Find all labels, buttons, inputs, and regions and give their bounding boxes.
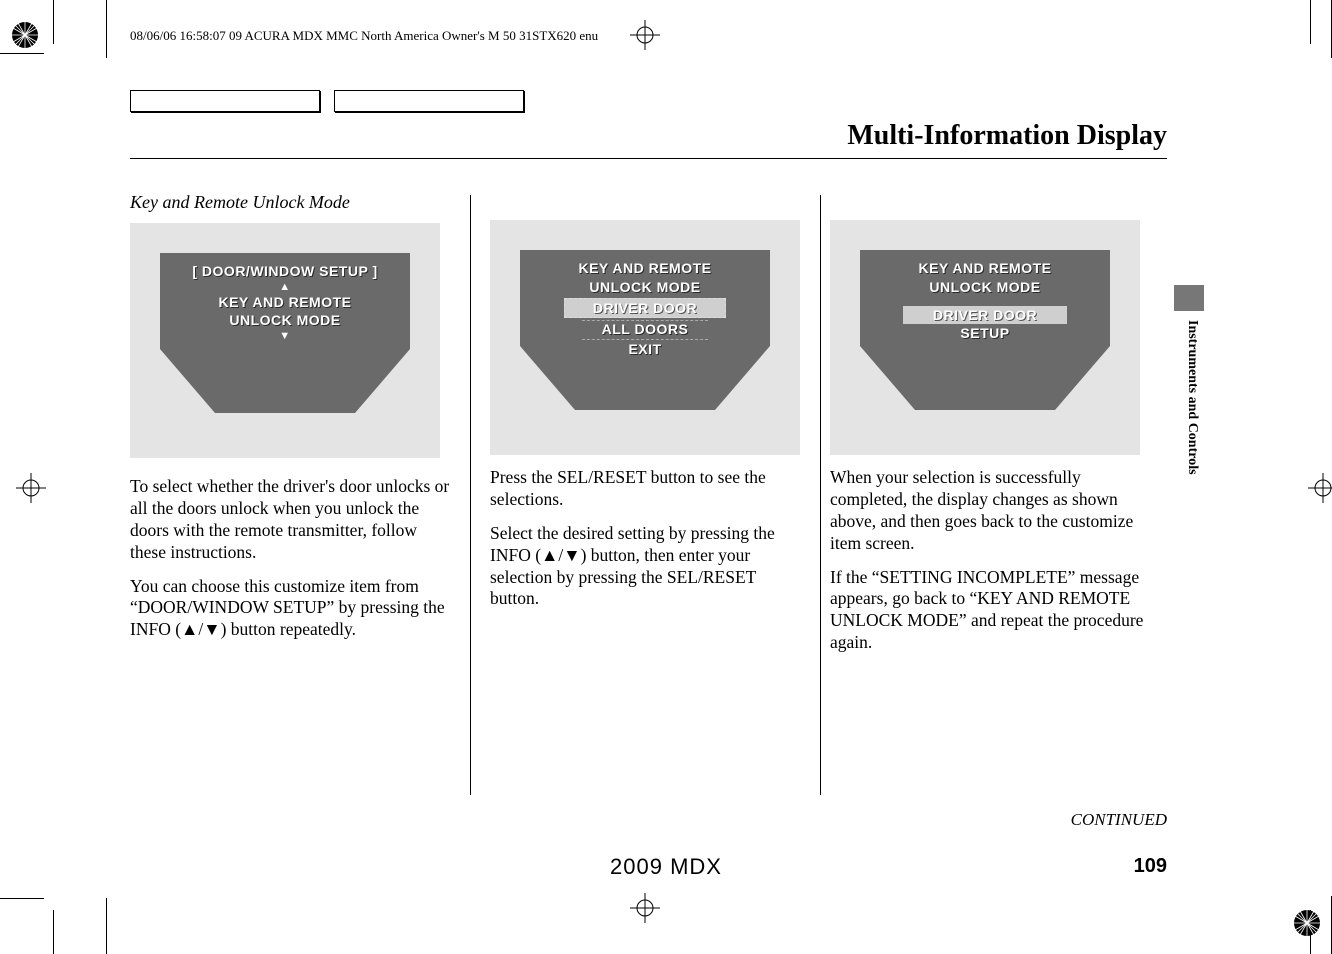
section-tab-label: Instruments and Controls bbox=[1184, 320, 1200, 475]
display-diagram-3: KEY AND REMOTE UNLOCK MODE DRIVER DOOR S… bbox=[830, 220, 1140, 455]
display-option-selected: DRIVER DOOR bbox=[903, 306, 1067, 324]
footer-model: 2009 MDX bbox=[610, 854, 722, 880]
display-diagram-1: [ DOOR/WINDOW SETUP ] ▲ KEY AND REMOTE U… bbox=[130, 223, 440, 458]
registration-radial-icon bbox=[1292, 908, 1322, 943]
crosshair-icon bbox=[16, 473, 46, 508]
empty-box bbox=[130, 90, 320, 112]
page-number: 109 bbox=[1134, 855, 1167, 878]
column-3: KEY AND REMOTE UNLOCK MODE DRIVER DOOR S… bbox=[810, 192, 1150, 666]
crop-mark bbox=[106, 0, 107, 58]
triangle-up-icon: ▲ bbox=[279, 282, 290, 293]
registration-mark-icon bbox=[630, 20, 660, 55]
paragraph: If the “SETTING INCOMPLETE” message appe… bbox=[830, 567, 1150, 655]
page-title: Multi-Information Display bbox=[847, 120, 1167, 152]
crop-mark bbox=[106, 898, 107, 954]
crosshair-icon bbox=[1308, 473, 1332, 508]
paragraph: To select whether the driver's door unlo… bbox=[130, 476, 450, 564]
column-1: Key and Remote Unlock Mode [ DOOR/WINDOW… bbox=[130, 192, 470, 666]
triangle-down-icon: ▼ bbox=[563, 545, 580, 565]
paragraph: Press the SEL/RESET button to see the se… bbox=[490, 467, 794, 511]
crop-mark bbox=[0, 898, 44, 899]
triangle-down-icon: ▼ bbox=[203, 619, 220, 639]
display-line: [ DOOR/WINDOW SETUP ] bbox=[192, 263, 377, 281]
crop-mark bbox=[1310, 0, 1311, 44]
header-boxes bbox=[130, 90, 524, 112]
triangle-up-icon: ▲ bbox=[541, 545, 558, 565]
paragraph: You can choose this customize item from … bbox=[130, 576, 450, 642]
content-area: Key and Remote Unlock Mode [ DOOR/WINDOW… bbox=[130, 192, 1150, 666]
display-option: EXIT bbox=[628, 341, 661, 359]
display-option-selected: DRIVER DOOR bbox=[564, 298, 726, 318]
paragraph: Select the desired setting by pressing t… bbox=[490, 523, 794, 611]
display-line: UNLOCK MODE bbox=[229, 312, 340, 330]
display-line: KEY AND REMOTE bbox=[578, 260, 711, 278]
text-run: ) button repeatedly. bbox=[221, 619, 356, 639]
display-line: UNLOCK MODE bbox=[589, 279, 700, 297]
subheading: Key and Remote Unlock Mode bbox=[130, 192, 450, 213]
document-meta: 08/06/06 16:58:07 09 ACURA MDX MMC North… bbox=[130, 28, 598, 44]
triangle-up-icon: ▲ bbox=[181, 619, 198, 639]
registration-mark-icon bbox=[630, 893, 660, 928]
column-2: KEY AND REMOTE UNLOCK MODE DRIVER DOOR A… bbox=[470, 192, 810, 666]
paragraph: When your selection is successfully comp… bbox=[830, 467, 1150, 555]
continued-label: CONTINUED bbox=[1071, 810, 1167, 830]
section-tab bbox=[1174, 285, 1204, 311]
horizontal-rule bbox=[130, 158, 1167, 159]
display-option: ALL DOORS bbox=[582, 320, 709, 340]
crop-mark bbox=[53, 0, 54, 44]
registration-radial-icon bbox=[10, 20, 40, 55]
triangle-down-icon: ▼ bbox=[279, 331, 290, 342]
display-line: KEY AND REMOTE bbox=[918, 260, 1051, 278]
crop-mark bbox=[53, 910, 54, 954]
display-diagram-2: KEY AND REMOTE UNLOCK MODE DRIVER DOOR A… bbox=[490, 220, 800, 455]
display-line: UNLOCK MODE bbox=[929, 279, 1040, 297]
empty-box bbox=[334, 90, 524, 112]
display-option: SETUP bbox=[960, 325, 1009, 343]
display-line: KEY AND REMOTE bbox=[218, 294, 351, 312]
